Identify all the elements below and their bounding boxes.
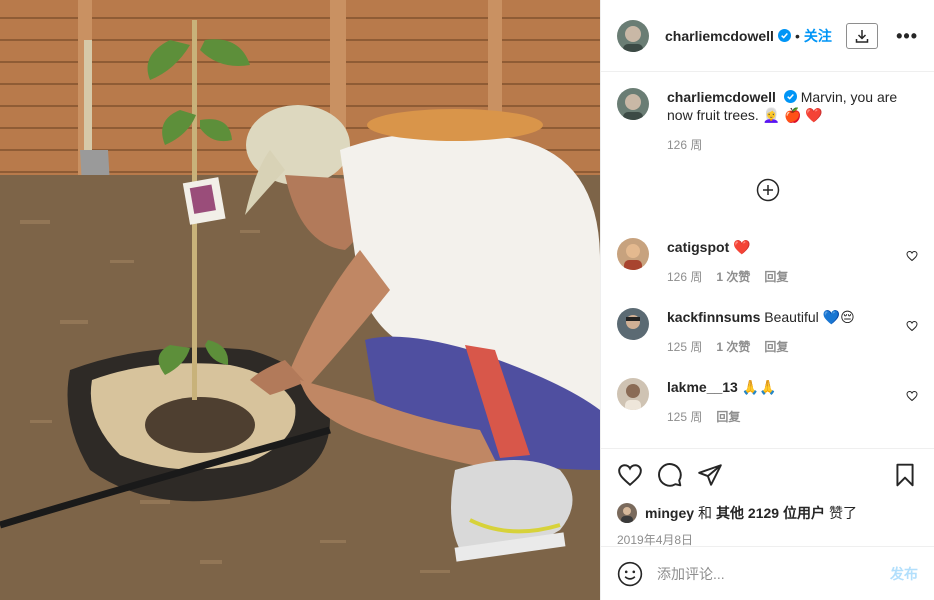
emoji-smiley-icon[interactable] (617, 561, 643, 587)
comment-text: Beautiful (764, 309, 819, 325)
avatar-image (617, 503, 637, 523)
like-comment-heart-icon[interactable] (906, 390, 918, 402)
commenter-username[interactable]: catigspot (667, 239, 729, 255)
post-photo[interactable] (0, 0, 600, 600)
comment-likes[interactable]: 1 次赞 (716, 338, 750, 355)
action-icons-row (617, 459, 918, 491)
comment-item: lakme__13 🙏🙏 125 周 回复 (617, 378, 918, 448)
download-icon (855, 29, 869, 43)
liker-avatar[interactable] (617, 503, 637, 523)
commenter-avatar[interactable] (617, 238, 649, 270)
likes-others[interactable]: 其他 2129 位用户 (716, 503, 825, 523)
reply-button[interactable]: 回复 (764, 268, 788, 285)
photo-illustration (0, 0, 600, 600)
share-paper-plane-icon[interactable] (697, 462, 723, 488)
load-more-comments[interactable] (617, 178, 918, 238)
comment-time[interactable]: 125 周 (667, 338, 702, 355)
follow-button[interactable]: 关注 (804, 26, 832, 46)
author-avatar[interactable] (617, 19, 649, 52)
verified-badge-icon (777, 29, 791, 42)
avatar-image (617, 238, 649, 270)
avatar-image (617, 88, 649, 120)
comment-time[interactable]: 126 周 (667, 268, 702, 285)
save-bookmark-icon[interactable] (892, 462, 918, 488)
commenter-username[interactable]: lakme__13 (667, 379, 738, 395)
plus-circle-icon (756, 178, 779, 202)
comment-input[interactable] (657, 565, 890, 582)
like-comment-heart-icon[interactable] (906, 250, 918, 262)
comment-emojis: ❤️ (733, 239, 751, 255)
caption-item: charliemcdowell Marvin, you are now frui… (617, 88, 918, 178)
more-options-button[interactable]: ••• (896, 27, 918, 45)
post-header: charliemcdowell • 关注 ••• (601, 0, 934, 72)
caption-avatar[interactable] (617, 88, 649, 120)
reply-button[interactable]: 回复 (764, 338, 788, 355)
caption-time[interactable]: 126 周 (667, 136, 702, 153)
commenter-avatar[interactable] (617, 308, 649, 340)
liker-username[interactable]: mingey (645, 505, 694, 521)
avatar-image (617, 378, 649, 410)
author-username[interactable]: charliemcdowell (665, 28, 774, 44)
like-comment-heart-icon[interactable] (906, 320, 918, 332)
reply-button[interactable]: 回复 (716, 408, 740, 425)
caption-username[interactable]: charliemcdowell (667, 89, 776, 105)
likes-suffix: 赞了 (828, 505, 857, 521)
comment-emojis: 🙏🙏 (741, 379, 777, 395)
comment-time[interactable]: 125 周 (667, 408, 702, 425)
comment-bubble-icon[interactable] (657, 462, 683, 488)
comment-item: catigspot ❤️ 126 周 1 次赞 回复 (617, 238, 918, 308)
download-button[interactable] (846, 22, 879, 49)
verified-badge-icon (783, 90, 797, 103)
add-comment-bar: 发布 (601, 546, 934, 600)
avatar-image (617, 308, 649, 340)
like-heart-icon[interactable] (617, 462, 643, 488)
commenter-username[interactable]: kackfinnsums (667, 309, 760, 325)
likes-summary: mingey 和 其他 2129 位用户 赞了 (617, 503, 918, 523)
comment-likes[interactable]: 1 次赞 (716, 268, 750, 285)
likes-joiner: 和 (698, 505, 713, 521)
caption-emojis: 👩‍🦳 🍎 ❤️ (762, 107, 823, 123)
separator-dot: • (794, 27, 800, 44)
comment-item: kackfinnsums Beautiful 💙😔 125 周 1 次赞 回复 (617, 308, 918, 378)
post-comment-button[interactable]: 发布 (890, 564, 918, 584)
post-side-panel: charliemcdowell • 关注 ••• charliemcdowell… (600, 0, 934, 600)
comments-list: charliemcdowell Marvin, you are now frui… (601, 72, 934, 448)
avatar-image (617, 19, 649, 52)
commenter-avatar[interactable] (617, 378, 649, 410)
comment-emojis: 💙😔 (822, 309, 855, 325)
